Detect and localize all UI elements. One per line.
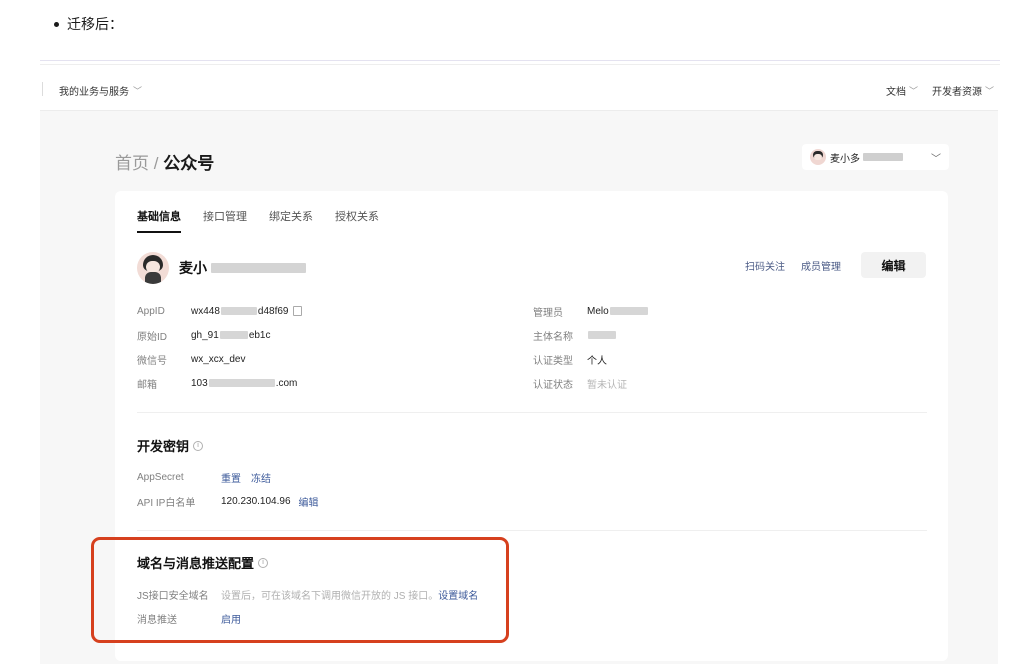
redacted-mask [211,263,306,273]
account-switcher[interactable]: 麦小多 ﹀ [802,144,949,170]
dev-resources-label: 开发者资源 [931,87,982,98]
entity-name-label: 主体名称 [533,331,573,343]
chevron-down-icon: ﹀ [931,153,941,165]
cert-type-value: 个人 [587,355,607,367]
appid-value: wx448 d48f69 [191,306,302,317]
nav-divider [42,82,43,96]
breadcrumb-current: 公众号 [163,154,215,173]
info-icon[interactable]: i [193,440,204,451]
info-row-cert-type: 认证类型 个人 [533,347,649,371]
highlight-box [91,537,509,643]
profile-header: 麦小 [137,252,306,284]
redacted-mask [863,153,903,161]
info-row-email: 邮箱 103 .com [137,371,302,395]
nav-right: 文档 ﹀ 开发者资源 ﹀ [886,83,994,98]
info-row-entity: 主体名称 [533,323,649,347]
redacted-mask [220,307,257,315]
redacted-mask [219,331,248,339]
redacted-mask [609,307,648,315]
info-row-original-id: 原始ID gh_91 eb1c [137,323,302,347]
info-row-admin: 管理员 Melo [533,299,649,323]
chevron-down-icon: ﹀ [984,86,994,96]
docs-label: 文档 [885,87,906,98]
info-row-appid: AppID wx448 d48f69 [137,299,302,323]
ip-whitelist-label: API IP白名单 [137,497,196,509]
doc-rule [40,60,1000,61]
doc-bullet: 迁移后： [54,14,123,34]
dev-secret-title: 开发密钥 i [137,436,204,455]
scan-follow-link[interactable]: 扫码关注 [745,258,785,273]
entity-name-value [587,331,617,339]
edit-button[interactable]: 编辑 [861,252,926,278]
section-divider [137,412,927,413]
info-row-wechat-id: 微信号 wx_xcx_dev [137,347,302,371]
business-menu[interactable]: 我的业务与服务 ﹀ [59,83,142,98]
tab-authorization[interactable]: 授权关系 [335,208,379,233]
email-value: 103 .com [191,377,298,389]
account-name: 麦小多 [830,153,860,165]
appsecret-label: AppSecret [137,471,184,483]
bullet-text: 迁移后： [67,16,123,32]
tab-api-management[interactable]: 接口管理 [203,208,247,233]
appsecret-row: AppSecret 重置 冻结 [137,465,329,489]
wechat-id-label: 微信号 [137,355,167,367]
avatar-small [810,149,826,165]
member-management-link[interactable]: 成员管理 [801,258,841,273]
breadcrumb-home[interactable]: 首页 [115,154,149,173]
breadcrumb-separator: / [153,154,159,173]
reset-link[interactable]: 重置 [221,470,241,485]
dev-resources-menu[interactable]: 开发者资源 ﹀ [932,83,994,98]
redacted-mask [588,331,616,339]
copy-icon[interactable] [292,306,302,316]
admin-label: 管理员 [533,307,563,319]
tab-basic-info[interactable]: 基础信息 [137,208,181,233]
ip-whitelist-value: 120.230.104.96 [221,495,291,507]
chevron-down-icon: ﹀ [908,86,918,96]
freeze-link[interactable]: 冻结 [251,470,271,485]
tab-binding[interactable]: 绑定关系 [269,208,313,233]
breadcrumb: 首页 / 公众号 [115,149,214,174]
cert-status-value: 暂未认证 [587,379,627,391]
ip-whitelist-row: API IP白名单 120.230.104.96 编辑 [137,489,329,513]
original-id-label: 原始ID [137,331,167,343]
business-menu-label: 我的业务与服务 [59,87,129,98]
wechat-id-value: wx_xcx_dev [191,353,246,365]
profile-actions: 扫码关注 成员管理 编辑 [745,252,926,278]
chevron-down-icon: ﹀ [133,86,143,96]
appid-label: AppID [137,305,165,317]
cert-status-label: 认证状态 [533,379,573,391]
basic-info-left: AppID wx448 d48f69 原始ID gh_91 eb1c 微信号 w… [137,299,302,395]
cert-type-label: 认证类型 [533,355,573,367]
docs-menu[interactable]: 文档 ﹀ [886,83,918,98]
basic-info-right: 管理员 Melo 主体名称 认证类型 个人 认证状态 暂未认证 [533,299,649,395]
doc-rule-2 [40,64,1000,65]
email-label: 邮箱 [137,379,157,391]
avatar [137,252,169,284]
original-id-value: gh_91 eb1c [191,329,271,341]
ip-edit-link[interactable]: 编辑 [299,494,319,509]
dev-secret-rows: AppSecret 重置 冻结 API IP白名单 120.230.104.96… [137,465,329,513]
redacted-mask [208,379,275,387]
admin-value: Melo [587,306,649,317]
section-divider [137,530,927,531]
top-nav: 我的业务与服务 ﹀ 文档 ﹀ 开发者资源 ﹀ [40,68,998,111]
account-display-name: 麦小 [179,260,207,276]
bullet-dot [54,21,59,27]
tab-bar: 基础信息 接口管理 绑定关系 授权关系 [137,208,379,233]
info-row-cert-status: 认证状态 暂未认证 [533,371,649,395]
